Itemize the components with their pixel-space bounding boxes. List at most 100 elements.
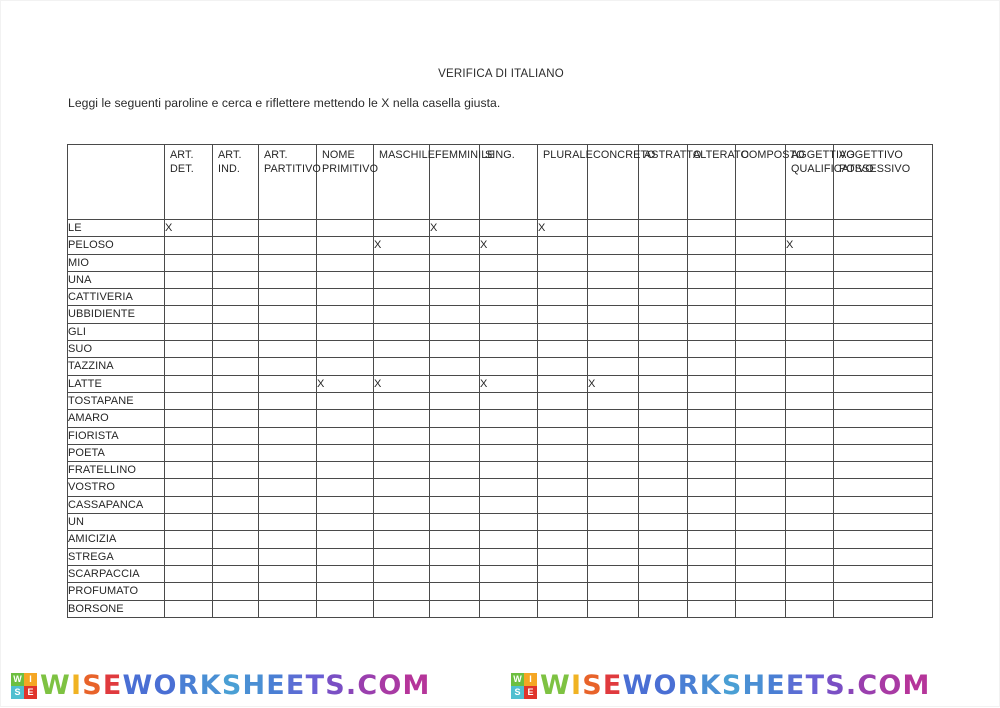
answer-cell[interactable]: X — [479, 374, 538, 393]
answer-cell[interactable] — [735, 478, 786, 497]
answer-cell[interactable]: X — [316, 374, 374, 393]
answer-cell[interactable] — [373, 443, 430, 463]
answer-cell[interactable] — [479, 270, 538, 290]
answer-cell[interactable] — [316, 288, 374, 307]
answer-cell[interactable] — [587, 478, 639, 497]
answer-cell[interactable]: X — [373, 236, 430, 255]
answer-cell[interactable] — [537, 288, 588, 307]
answer-cell[interactable] — [164, 305, 213, 324]
answer-cell[interactable] — [429, 443, 480, 463]
answer-cell[interactable] — [587, 391, 639, 411]
answer-cell[interactable] — [687, 564, 736, 584]
answer-cell[interactable] — [833, 495, 933, 515]
answer-cell[interactable] — [212, 478, 259, 497]
answer-cell[interactable] — [587, 305, 639, 324]
answer-cell[interactable] — [785, 530, 834, 549]
answer-cell[interactable] — [164, 270, 213, 290]
answer-cell[interactable] — [479, 582, 538, 601]
answer-cell[interactable] — [638, 322, 688, 342]
answer-cell[interactable] — [833, 461, 933, 480]
answer-cell[interactable] — [587, 340, 639, 359]
answer-cell[interactable]: X — [373, 374, 430, 393]
answer-cell[interactable] — [373, 478, 430, 497]
answer-cell[interactable] — [212, 288, 259, 307]
answer-cell[interactable] — [833, 443, 933, 463]
answer-cell[interactable] — [316, 270, 374, 290]
answer-cell[interactable] — [735, 513, 786, 532]
answer-cell[interactable] — [212, 582, 259, 601]
answer-cell[interactable] — [785, 513, 834, 532]
answer-cell[interactable] — [258, 547, 317, 566]
answer-cell[interactable] — [316, 582, 374, 601]
answer-cell[interactable] — [479, 340, 538, 359]
answer-cell[interactable] — [687, 340, 736, 359]
answer-cell[interactable] — [735, 288, 786, 307]
answer-cell[interactable] — [537, 495, 588, 515]
answer-cell[interactable] — [587, 513, 639, 532]
answer-cell[interactable] — [258, 564, 317, 584]
answer-cell[interactable] — [587, 288, 639, 307]
answer-cell[interactable] — [537, 270, 588, 290]
answer-cell[interactable] — [833, 374, 933, 393]
answer-cell[interactable] — [479, 253, 538, 272]
answer-cell[interactable] — [316, 564, 374, 584]
answer-cell[interactable] — [212, 391, 259, 411]
answer-cell[interactable] — [316, 599, 374, 618]
answer-cell[interactable] — [687, 461, 736, 480]
answer-cell[interactable] — [687, 288, 736, 307]
answer-cell[interactable]: X — [429, 218, 480, 238]
answer-cell[interactable] — [735, 218, 786, 238]
answer-cell[interactable] — [164, 461, 213, 480]
answer-cell[interactable] — [537, 357, 588, 376]
answer-cell[interactable] — [212, 340, 259, 359]
answer-cell[interactable] — [785, 357, 834, 376]
answer-cell[interactable] — [258, 288, 317, 307]
answer-cell[interactable] — [212, 270, 259, 290]
answer-cell[interactable] — [258, 305, 317, 324]
answer-cell[interactable] — [638, 547, 688, 566]
answer-cell[interactable] — [429, 513, 480, 532]
answer-cell[interactable] — [429, 564, 480, 584]
answer-cell[interactable] — [316, 357, 374, 376]
answer-cell[interactable] — [429, 530, 480, 549]
answer-cell[interactable] — [479, 288, 538, 307]
answer-cell[interactable] — [537, 391, 588, 411]
answer-cell[interactable] — [638, 253, 688, 272]
answer-cell[interactable] — [316, 305, 374, 324]
answer-cell[interactable] — [316, 409, 374, 428]
answer-cell[interactable] — [638, 340, 688, 359]
answer-cell[interactable] — [258, 374, 317, 393]
answer-cell[interactable] — [164, 582, 213, 601]
answer-cell[interactable] — [687, 322, 736, 342]
answer-cell[interactable] — [735, 253, 786, 272]
answer-cell[interactable]: X — [785, 236, 834, 255]
answer-cell[interactable] — [785, 253, 834, 272]
answer-cell[interactable] — [258, 253, 317, 272]
answer-cell[interactable] — [687, 426, 736, 445]
answer-cell[interactable] — [429, 270, 480, 290]
answer-cell[interactable] — [537, 409, 588, 428]
answer-cell[interactable] — [316, 495, 374, 515]
answer-cell[interactable] — [479, 530, 538, 549]
answer-cell[interactable] — [687, 236, 736, 255]
answer-cell[interactable] — [638, 582, 688, 601]
answer-cell[interactable] — [479, 391, 538, 411]
answer-cell[interactable] — [479, 443, 538, 463]
answer-cell[interactable] — [479, 564, 538, 584]
answer-cell[interactable] — [373, 426, 430, 445]
answer-cell[interactable] — [258, 218, 317, 238]
answer-cell[interactable] — [833, 513, 933, 532]
answer-cell[interactable] — [537, 582, 588, 601]
answer-cell[interactable] — [373, 357, 430, 376]
answer-cell[interactable] — [164, 357, 213, 376]
answer-cell[interactable] — [638, 513, 688, 532]
answer-cell[interactable] — [587, 409, 639, 428]
answer-cell[interactable] — [429, 461, 480, 480]
answer-cell[interactable] — [316, 391, 374, 411]
answer-cell[interactable] — [587, 270, 639, 290]
answer-cell[interactable] — [373, 253, 430, 272]
answer-cell[interactable] — [537, 599, 588, 618]
answer-cell[interactable] — [164, 599, 213, 618]
answer-cell[interactable] — [429, 409, 480, 428]
answer-cell[interactable] — [687, 270, 736, 290]
